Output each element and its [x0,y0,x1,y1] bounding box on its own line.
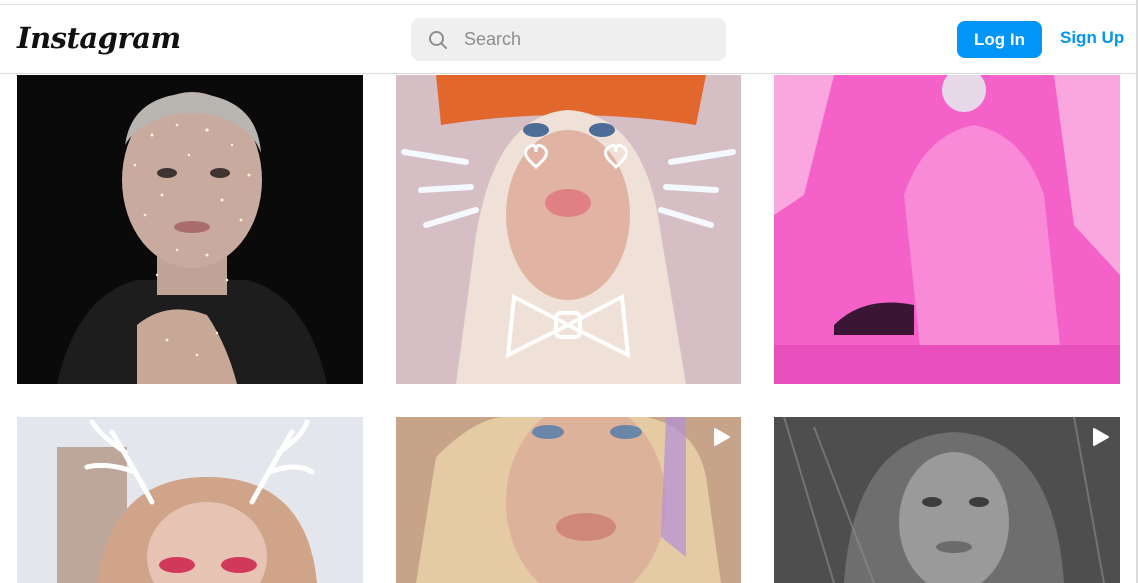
post-tile[interactable] [17,417,363,583]
post-tile[interactable] [17,75,363,384]
post-tile[interactable] [774,75,1120,384]
search-bar[interactable] [411,18,726,61]
post-tile[interactable] [774,417,1120,583]
signup-link[interactable]: Sign Up [1060,28,1124,48]
search-icon [428,30,448,50]
login-button[interactable]: Log In [957,21,1042,58]
post-image [396,417,741,583]
search-input[interactable] [462,28,706,51]
post-image [774,417,1120,583]
top-navbar: Instagram Log In Sign Up [0,5,1138,74]
post-tile[interactable] [396,75,741,384]
post-tile[interactable] [396,417,741,583]
post-image [17,75,363,384]
play-icon [1090,427,1110,447]
post-image [396,75,741,384]
post-image [774,75,1120,384]
play-icon [711,427,731,447]
post-image [17,417,363,583]
instagram-logo[interactable]: Instagram [17,21,181,55]
